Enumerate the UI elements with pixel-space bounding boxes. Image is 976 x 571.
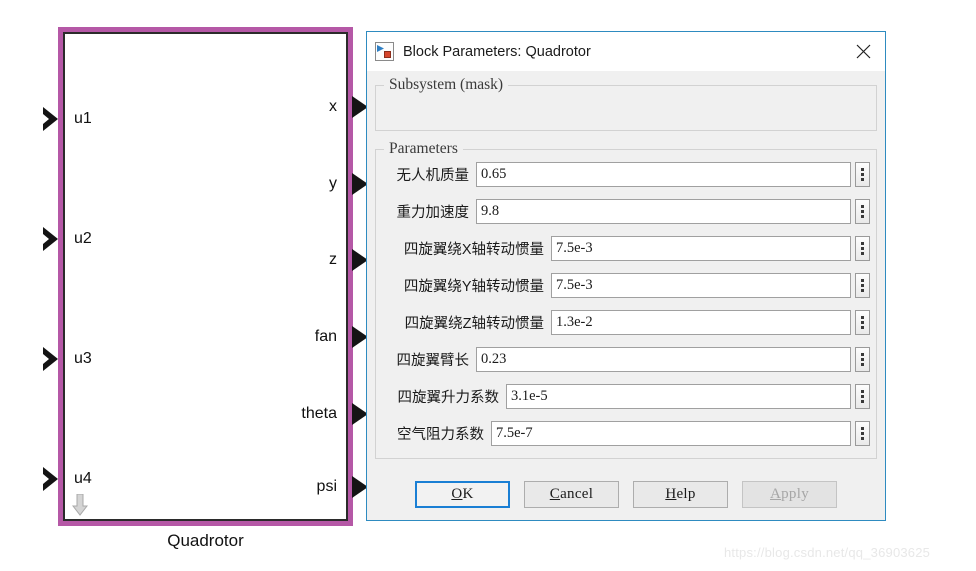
parameter-row: 四旋翼绕X轴转动惯量 7.5e-3 <box>382 234 870 263</box>
button-label: OK <box>451 485 474 502</box>
parameter-list: 无人机质量 0.65 重力加速度 9.8 四旋翼绕X轴转动惯量 7.5e-3 四旋翼绕Y轴转… <box>382 160 870 448</box>
parameter-row: 四旋翼绕Z轴转动惯量 1.3e-2 <box>382 308 870 337</box>
dialog-body: Subsystem (mask) Parameters 无人机质量 0.65 重力加… <box>367 71 885 472</box>
more-options-icon[interactable] <box>855 162 870 187</box>
more-options-icon[interactable] <box>855 199 870 224</box>
parameter-input[interactable]: 7.5e-3 <box>551 236 851 261</box>
output-port-label: theta <box>301 405 337 422</box>
block-parameters-dialog[interactable]: Block Parameters: Quadrotor Subsystem (m… <box>366 31 886 521</box>
more-options-icon[interactable] <box>855 236 870 261</box>
parameter-input[interactable]: 7.5e-7 <box>491 421 851 446</box>
parameter-row: 四旋翼升力系数 3.1e-5 <box>382 382 870 411</box>
parameter-label: 四旋翼绕Z轴转动惯量 <box>404 316 544 332</box>
parameter-input[interactable]: 7.5e-3 <box>551 273 851 298</box>
cancel-button[interactable]: Cancel <box>524 480 619 508</box>
more-options-icon[interactable] <box>855 347 870 372</box>
parameter-label: 四旋翼绕Y轴转动惯量 <box>403 279 544 295</box>
block-outline <box>63 32 348 521</box>
parameter-row: 四旋翼臂长 0.23 <box>382 345 870 374</box>
output-port-label: x <box>329 98 337 115</box>
input-port-label: u4 <box>74 470 92 487</box>
down-arrow-icon <box>71 493 89 516</box>
parameter-row: 四旋翼绕Y轴转动惯量 7.5e-3 <box>382 271 870 300</box>
dialog-titlebar[interactable]: Block Parameters: Quadrotor <box>367 32 885 71</box>
parameters-group-title: Parameters <box>384 140 463 158</box>
ok-button[interactable]: OK <box>415 480 510 508</box>
parameter-row: 空气阻力系数 7.5e-7 <box>382 419 870 448</box>
input-port-arrow[interactable] <box>42 466 64 492</box>
output-port-label: z <box>329 251 337 268</box>
help-button[interactable]: Help <box>633 480 728 508</box>
parameter-input[interactable]: 9.8 <box>476 199 851 224</box>
parameter-input[interactable]: 0.23 <box>476 347 851 372</box>
parameter-label: 重力加速度 <box>396 205 470 221</box>
input-port-label: u2 <box>74 230 92 247</box>
apply-button: Apply <box>742 480 837 508</box>
button-label: Help <box>665 485 696 502</box>
parameters-group: Parameters 无人机质量 0.65 重力加速度 9.8 四旋翼绕X轴转动惯量 7.… <box>375 140 877 459</box>
block-caption: Quadrotor <box>167 531 244 550</box>
parameter-input[interactable]: 3.1e-5 <box>506 384 851 409</box>
simulink-block-icon <box>375 42 394 61</box>
parameter-label: 四旋翼绕X轴转动惯量 <box>403 242 544 258</box>
dialog-button-row: OK Cancel Help Apply <box>367 472 885 520</box>
input-port-arrow[interactable] <box>42 346 64 372</box>
parameter-row: 重力加速度 9.8 <box>382 197 870 226</box>
input-port-arrow[interactable] <box>42 226 64 252</box>
input-port-arrow[interactable] <box>42 106 64 132</box>
parameter-input[interactable]: 0.65 <box>476 162 851 187</box>
parameter-input[interactable]: 1.3e-2 <box>551 310 851 335</box>
button-label: Cancel <box>549 485 594 502</box>
input-port-label: u1 <box>74 110 92 127</box>
more-options-icon[interactable] <box>855 310 870 335</box>
output-port-label: psi <box>316 478 337 495</box>
subsystem-group-title: Subsystem (mask) <box>384 76 509 94</box>
more-options-icon[interactable] <box>855 384 870 409</box>
quadrotor-block[interactable]: u1 u2 u3 u4 x y z fan theta psi <box>43 27 368 526</box>
subsystem-group: Subsystem (mask) <box>375 76 877 131</box>
parameter-row: 无人机质量 0.65 <box>382 160 870 189</box>
button-label: Apply <box>769 485 809 502</box>
more-options-icon[interactable] <box>855 421 870 446</box>
input-port-label: u3 <box>74 350 92 367</box>
output-port-label: y <box>329 175 337 192</box>
dialog-title: Block Parameters: Quadrotor <box>403 43 591 60</box>
more-options-icon[interactable] <box>855 273 870 298</box>
parameter-label: 无人机质量 <box>396 168 470 184</box>
parameter-label: 四旋翼升力系数 <box>397 390 500 406</box>
watermark: https://blog.csdn.net/qq_36903625 <box>724 545 931 560</box>
parameter-label: 四旋翼臂长 <box>396 353 470 369</box>
output-port-label: fan <box>314 328 337 345</box>
close-icon[interactable] <box>841 32 885 71</box>
parameter-label: 空气阻力系数 <box>397 427 484 443</box>
